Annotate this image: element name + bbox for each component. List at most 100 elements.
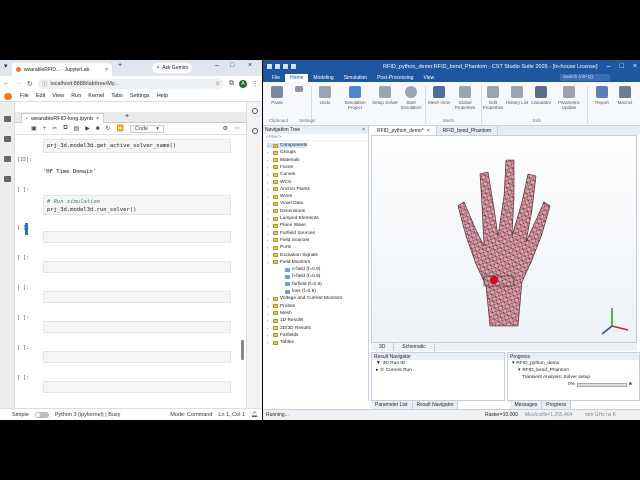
expand-icon[interactable]: › — [267, 311, 271, 316]
new-icon[interactable] — [267, 64, 272, 69]
nav-tree-item[interactable]: › Wires — [267, 194, 292, 199]
collapse-icon[interactable]: ▾ — [512, 361, 514, 366]
nav-tree-item[interactable]: loss (f=0.9) — [279, 289, 316, 294]
nav-tree-item[interactable]: › Probes — [267, 304, 295, 309]
cell-code[interactable] — [43, 231, 231, 243]
nav-tree-item[interactable]: › Mesh — [267, 311, 292, 316]
site-info-icon[interactable]: ⓘ — [42, 80, 48, 88]
start-simulation-button[interactable]: Start Simulation — [397, 86, 425, 110]
undo-button[interactable]: Undo — [311, 86, 339, 105]
expand-icon[interactable]: › — [267, 333, 271, 338]
cell-code[interactable] — [43, 381, 231, 393]
new-tab-icon[interactable]: + — [118, 62, 122, 69]
stop-icon[interactable]: ■ — [96, 126, 100, 132]
expand-icon[interactable]: › — [267, 253, 271, 258]
ribbon-tab-simulation[interactable]: Simulation — [339, 74, 372, 82]
expand-icon[interactable]: › — [267, 260, 271, 265]
view-3d-tab[interactable]: 3D — [371, 343, 395, 351]
back-icon[interactable]: ← — [3, 80, 10, 87]
settings-button[interactable] — [289, 86, 309, 94]
nav-tree-item[interactable]: › Materials — [267, 158, 299, 163]
chrome-menu-icon[interactable]: ⋮ — [252, 80, 259, 88]
profile-avatar[interactable]: A — [239, 79, 247, 88]
result-current-run-row[interactable]: ▸ 0: Current Run — [372, 367, 504, 374]
expand-icon[interactable]: › — [267, 231, 271, 236]
ask-gemini-button[interactable]: ✦ Ask Gemini — [152, 63, 192, 73]
expand-icon[interactable]: › — [267, 187, 271, 192]
minimize-icon[interactable]: – — [607, 63, 611, 70]
open-icon[interactable] — [275, 64, 280, 69]
menu-file[interactable]: File — [20, 93, 29, 99]
restart-run-all-icon[interactable]: ⏩ — [116, 125, 123, 132]
nav-tree-item[interactable]: › Excitation Signals — [267, 253, 318, 258]
ribbon-tab-home[interactable]: Home — [285, 74, 309, 82]
kernel-status[interactable]: Python 3 (ipykernel) | Busy — [55, 412, 121, 418]
tree-filter-input[interactable]: <Filter> — [263, 134, 368, 141]
bookmark-star-icon[interactable]: ☆ — [215, 81, 220, 87]
notebook-tab[interactable]: ▪ wearableRFID-long.ipynb × — [21, 113, 105, 123]
expand-icon[interactable]: › — [267, 238, 271, 243]
setup-solver-button[interactable]: Setup Solver — [371, 86, 399, 105]
calculator-button[interactable]: Calculator — [527, 86, 555, 105]
running-kernels-icon[interactable] — [4, 136, 11, 142]
minimize-icon[interactable]: – — [215, 62, 219, 69]
cell-code[interactable]: # Run simulation prj_3d.model3d.run_solv… — [43, 195, 231, 215]
expand-icon[interactable]: › — [267, 304, 271, 309]
nav-tree-item[interactable]: › 1D Results — [267, 318, 303, 323]
maximize-icon[interactable]: □ — [620, 63, 624, 70]
expand-icon[interactable]: › — [267, 245, 271, 250]
notebook-cell[interactable]: [ ]: — [17, 253, 231, 277]
menu-run[interactable]: Run — [71, 93, 81, 99]
save-icon[interactable] — [283, 64, 288, 69]
nav-tree-item[interactable]: › Field Sources — [267, 238, 309, 243]
insert-cell-icon[interactable]: + — [43, 126, 47, 132]
stop-task-icon[interactable]: ■ — [629, 382, 632, 387]
simple-mode-toggle[interactable] — [34, 411, 49, 418]
tab-progress[interactable]: Progress — [542, 401, 572, 409]
nav-tree-item[interactable]: › Curves — [267, 172, 295, 177]
file-browser-icon[interactable] — [4, 116, 11, 122]
pane-close-icon[interactable]: × — [362, 127, 365, 133]
tab-list-icon[interactable]: ▾ — [4, 62, 8, 70]
close-window-icon[interactable]: × — [248, 62, 252, 69]
ribbon-tab-post-processing[interactable]: Post-Processing — [372, 74, 418, 82]
expand-icon[interactable]: › — [267, 209, 271, 214]
tab-result-navigator[interactable]: Result Navigator — [412, 401, 459, 409]
expand-icon[interactable]: › — [267, 143, 271, 148]
nav-tree-item[interactable]: › WCS — [267, 180, 291, 185]
expand-icon[interactable]: › — [267, 216, 271, 221]
nav-tree-item[interactable]: › Plane Wave — [267, 223, 306, 228]
cell-code[interactable] — [43, 261, 231, 273]
notebook-cell[interactable]: [ ]: — [17, 343, 231, 367]
parametric-update-button[interactable]: Parametric Update — [553, 86, 585, 110]
maximize-icon[interactable]: □ — [230, 62, 234, 69]
nav-tree-item[interactable]: › Lumped Elements — [267, 216, 319, 221]
macros-button[interactable]: Macros — [613, 86, 637, 105]
notebook-scrollbar[interactable] — [241, 340, 244, 360]
close-window-icon[interactable]: × — [633, 63, 637, 70]
nav-tree-item[interactable]: › Voltage and Current Monitors — [267, 296, 342, 301]
url-field[interactable]: ⓘ localhost:8888/lab/tree/My... ☆ — [37, 78, 224, 89]
copy-icon[interactable]: ⧉ — [63, 125, 67, 132]
view-tab-demo[interactable]: RFID_python_demo* × — [371, 126, 437, 135]
debugger-icon[interactable] — [252, 128, 258, 134]
nav-tree-item[interactable]: › Voxel Data — [267, 201, 303, 206]
tab-parameter-list[interactable]: Parameter List — [371, 401, 413, 409]
expand-icon[interactable]: › — [267, 180, 271, 185]
cut-icon[interactable]: ✂ — [52, 125, 57, 132]
nav-tree-item[interactable]: › Field Monitors — [267, 260, 310, 265]
restart-icon[interactable]: ↻ — [105, 125, 110, 132]
nav-tree-item[interactable]: › Dimensions — [267, 209, 305, 214]
menu-tabs[interactable]: Tabs — [111, 93, 123, 99]
report-button[interactable]: Report — [591, 86, 613, 105]
expand-icon[interactable]: › — [267, 296, 271, 301]
extensions-icon[interactable]: ⧉ — [229, 80, 234, 88]
close-tab-icon[interactable]: × — [105, 67, 108, 73]
nav-tree-item[interactable]: e-field (f=0.9) — [279, 267, 320, 272]
cell-type-select[interactable]: Code ▾ — [129, 124, 164, 133]
expand-icon[interactable]: › — [267, 158, 271, 163]
extensions-manager-icon[interactable] — [4, 176, 11, 182]
collapse-icon[interactable]: ▾ — [518, 368, 520, 373]
menu-kernel[interactable]: Kernel — [88, 93, 104, 99]
close-notebook-icon[interactable]: × — [96, 116, 99, 122]
